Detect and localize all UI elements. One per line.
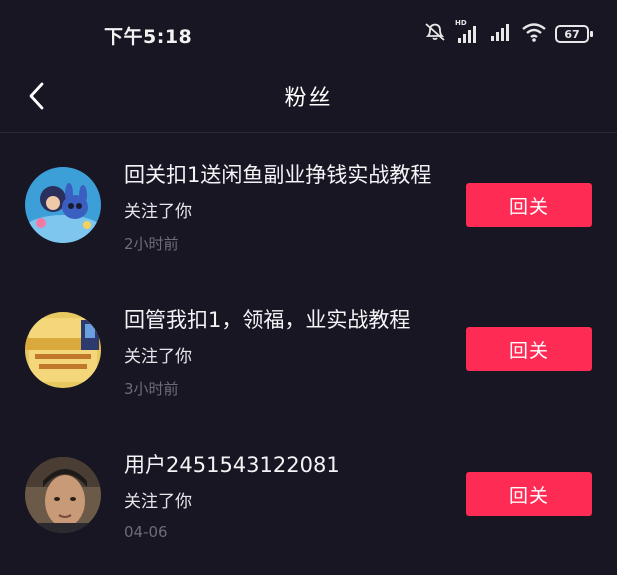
follow-back-button[interactable]: 回关 bbox=[466, 327, 592, 371]
follower-time: 04-06 bbox=[124, 523, 168, 541]
list-item[interactable]: 回关扣1送闲鱼副业挣钱实战教程 关注了你 2小时前 回关 bbox=[0, 133, 617, 273]
avatar[interactable] bbox=[25, 312, 101, 388]
follower-time: 3小时前 bbox=[124, 380, 179, 398]
list-item[interactable]: 用户2451543122081 关注了你 04-06 回关 bbox=[0, 423, 617, 563]
page-title: 粉丝 bbox=[284, 86, 333, 111]
battery-icon: 67 bbox=[555, 25, 593, 43]
list-item[interactable]: 回管我扣1，领福，业实战教程 关注了你 3小时前 回关 bbox=[0, 278, 617, 418]
signal-hd-icon: HD bbox=[455, 19, 481, 45]
signal-icon bbox=[489, 21, 513, 47]
battery-level: 67 bbox=[564, 27, 580, 41]
follower-action: 关注了你 bbox=[124, 202, 192, 222]
follower-action: 关注了你 bbox=[124, 347, 192, 367]
status-icons: HD 67 bbox=[423, 19, 593, 48]
mute-icon bbox=[423, 21, 447, 47]
avatar[interactable] bbox=[25, 167, 101, 243]
follower-name[interactable]: 回关扣1送闲鱼副业挣钱实战教程 bbox=[124, 159, 431, 189]
follower-action: 关注了你 bbox=[124, 492, 192, 512]
follower-time: 2小时前 bbox=[124, 235, 179, 253]
status-bar: 下午5:18 HD 67 bbox=[0, 0, 617, 66]
follower-name[interactable]: 回管我扣1，领福，业实战教程 bbox=[124, 304, 410, 334]
follower-name[interactable]: 用户2451543122081 bbox=[124, 449, 340, 479]
nav-bar: 粉丝 bbox=[0, 66, 617, 133]
avatar[interactable] bbox=[25, 457, 101, 533]
wifi-icon bbox=[521, 21, 547, 47]
status-time: 下午5:18 bbox=[104, 26, 193, 48]
follow-back-button[interactable]: 回关 bbox=[466, 183, 592, 227]
follow-back-button[interactable]: 回关 bbox=[466, 472, 592, 516]
